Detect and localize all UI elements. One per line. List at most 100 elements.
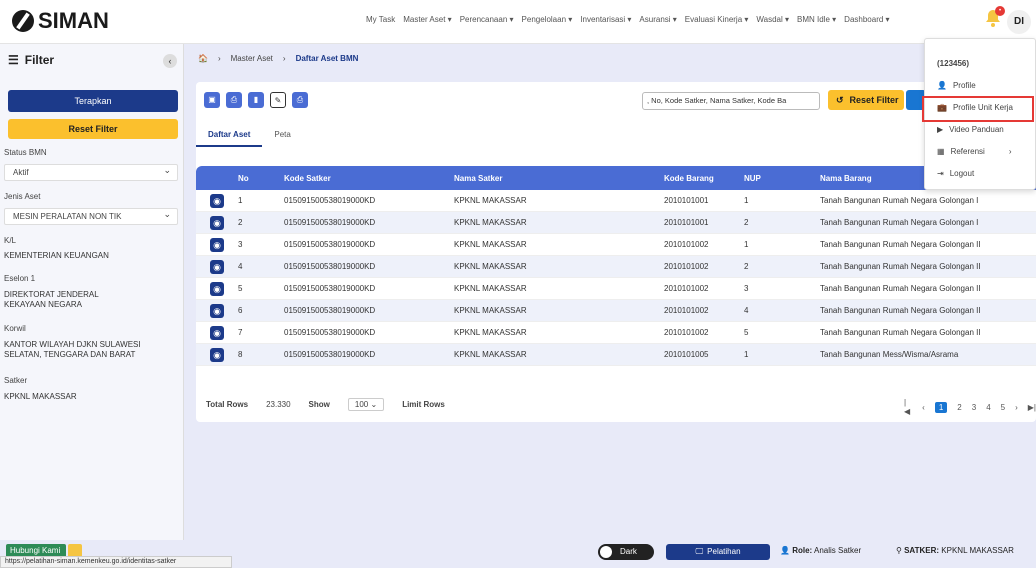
last-page-button[interactable]: ▶|: [1028, 403, 1036, 412]
table-row[interactable]: ◉ 7 015091500538019000KD KPKNL MAKASSAR 2010…: [196, 322, 1036, 344]
pagination: |◀ ‹ 1 2 3 4 5 › ▶|: [904, 398, 1036, 416]
table-row[interactable]: ◉ 3 015091500538019000KD KPKNL MAKASSAR 2010…: [196, 234, 1036, 256]
siman-logo[interactable]: SIMAN: [12, 8, 109, 34]
page-5-button[interactable]: 5: [1001, 403, 1005, 412]
view-eye-icon[interactable]: ◉: [210, 325, 224, 340]
delete-icon[interactable]: ▮: [248, 92, 264, 108]
view-eye-icon[interactable]: ◉: [210, 237, 224, 252]
menu-video-panduan[interactable]: ▶ Video Panduan: [937, 125, 1004, 134]
view-eye-icon[interactable]: ◉: [210, 215, 224, 230]
tab-peta[interactable]: Peta: [262, 124, 302, 147]
table-cell: KPKNL MAKASSAR: [454, 350, 527, 359]
table-row[interactable]: ◉ 8 015091500538019000KD KPKNL MAKASSAR 2010…: [196, 344, 1036, 366]
view-eye-icon[interactable]: ◉: [210, 347, 224, 362]
nav-my-task[interactable]: My Task: [366, 15, 395, 24]
row-action-cell: ◉: [196, 215, 228, 230]
view-eye-icon[interactable]: ◉: [210, 281, 224, 296]
status-bmn-select[interactable]: Aktif: [4, 163, 178, 181]
table-cell: 2010101002: [664, 240, 709, 249]
table-cell: 2010101002: [664, 306, 709, 315]
table-row[interactable]: ◉ 5 015091500538019000KD KPKNL MAKASSAR 2010…: [196, 278, 1036, 300]
table-cell: Tanah Bangunan Rumah Negara Golongan II: [820, 240, 981, 249]
table-cell: 1: [744, 196, 749, 205]
page-2-button[interactable]: 2: [957, 403, 961, 412]
tab-daftar-aset[interactable]: Daftar Aset: [196, 124, 263, 147]
nav-inventarisasi[interactable]: Inventarisasi ▾: [580, 15, 631, 24]
table-row[interactable]: ◉ 2 015091500538019000KD KPKNL MAKASSAR 2010…: [196, 212, 1036, 234]
calendar-icon: ▦: [937, 147, 945, 156]
reset-filter-top-button[interactable]: ↺ Reset Filter: [828, 90, 904, 110]
prev-page-button[interactable]: ‹: [922, 403, 925, 412]
chevron-right-icon: ›: [1008, 147, 1012, 156]
page-3-button[interactable]: 3: [972, 403, 976, 412]
table-cell: 2010101002: [664, 262, 709, 271]
pelatihan-label: Pelatihan: [707, 547, 741, 556]
menu-logout[interactable]: ⇥ Logout: [937, 169, 974, 178]
nav-master-aset[interactable]: Master Aset ▾: [403, 15, 451, 24]
search-input[interactable]: , No, Kode Satker, Nama Satker, Kode Ba: [642, 92, 820, 110]
table-cell: KPKNL MAKASSAR: [454, 262, 527, 271]
status-url: https://pelatihan-siman.kemenkeu.go.id/i…: [0, 556, 232, 568]
menu-profile[interactable]: 👤 Profile: [937, 81, 976, 90]
th-nup[interactable]: NUP: [738, 174, 814, 183]
status-bmn-label: Status BMN: [4, 148, 47, 157]
table-row[interactable]: ◉ 1 015091500538019000KD KPKNL MAKASSAR 2010…: [196, 190, 1036, 212]
print-alt-icon[interactable]: ⎙: [292, 92, 308, 108]
th-nama-satker[interactable]: Nama Satker: [448, 174, 658, 183]
apply-filter-button[interactable]: Terapkan: [8, 90, 178, 112]
view-eye-icon[interactable]: ◉: [210, 193, 224, 208]
table-cell: 015091500538019000KD: [284, 262, 376, 271]
nav-bmn-idle[interactable]: BMN Idle ▾: [797, 15, 836, 24]
th-kode-satker[interactable]: Kode Satker: [278, 174, 448, 183]
filter-icon: ☰: [8, 53, 19, 67]
nav-dashboard[interactable]: Dashboard ▾: [844, 15, 889, 24]
view-tabs: Daftar Aset Peta: [196, 124, 303, 147]
menu-referensi[interactable]: ▦ Referensi ›: [937, 147, 1011, 156]
home-icon[interactable]: 🏠: [198, 54, 208, 63]
total-rows-value: 23.330: [266, 400, 291, 409]
satker-info: ⚲ SATKER: KPKNL MAKASSAR: [896, 546, 1014, 555]
table-cell: 2: [744, 218, 749, 227]
top-navbar: SIMAN My Task Master Aset ▾ Perencanaan …: [0, 0, 1036, 44]
satker-value: KPKNL MAKASSAR: [4, 392, 77, 401]
table-cell: Tanah Bangunan Rumah Negara Golongan I: [820, 218, 979, 227]
table-row[interactable]: ◉ 4 015091500538019000KD KPKNL MAKASSAR 2010…: [196, 256, 1036, 278]
user-avatar[interactable]: DI: [1007, 10, 1031, 34]
nav-perencanaan[interactable]: Perencanaan ▾: [460, 15, 514, 24]
highlight-box: [922, 96, 1034, 122]
view-eye-icon[interactable]: ◉: [210, 259, 224, 274]
filter-sidebar: ☰ Filter ‹ Terapkan Reset Filter Status B…: [0, 44, 184, 540]
role-value: Analis Satker: [813, 546, 862, 555]
th-kode-barang[interactable]: Kode Barang: [658, 174, 738, 183]
first-page-button[interactable]: |◀: [904, 398, 912, 416]
next-page-button[interactable]: ›: [1015, 403, 1018, 412]
print-icon[interactable]: ⎙: [226, 92, 242, 108]
breadcrumb-master-aset[interactable]: Master Aset: [231, 54, 273, 63]
export-icon[interactable]: ▣: [204, 92, 220, 108]
dark-mode-toggle[interactable]: Dark: [598, 544, 654, 560]
table-cell: 2010101001: [664, 218, 709, 227]
page-1-button[interactable]: 1: [934, 401, 948, 413]
breadcrumb: 🏠 › Master Aset › Daftar Aset BMN: [198, 54, 358, 63]
th-no[interactable]: No: [228, 174, 278, 183]
table-cell: KPKNL MAKASSAR: [454, 240, 527, 249]
page-4-button[interactable]: 4: [986, 403, 990, 412]
view-eye-icon[interactable]: ◉: [210, 303, 224, 318]
jenis-aset-select[interactable]: MESIN PERALATAN NON TIK: [4, 207, 178, 225]
table-row[interactable]: ◉ 6 015091500538019000KD KPKNL MAKASSAR 2010…: [196, 300, 1036, 322]
user-icon: 👤: [937, 81, 947, 90]
nav-wasdal[interactable]: Wasdal ▾: [756, 15, 789, 24]
table-header: No Kode Satker Nama Satker Kode Barang N…: [196, 166, 1036, 190]
rows-per-page-select[interactable]: 100 ⌄: [347, 398, 385, 411]
rows-per-page-value: 100: [354, 400, 369, 409]
reset-filter-button[interactable]: Reset Filter: [8, 119, 178, 139]
nav-evaluasi-kinerja[interactable]: Evaluasi Kinerja ▾: [685, 15, 749, 24]
collapse-sidebar-button[interactable]: ‹: [163, 54, 177, 68]
table-cell: KPKNL MAKASSAR: [454, 306, 527, 315]
app-name: SIMAN: [38, 8, 109, 33]
pelatihan-button[interactable]: 🖵 Pelatihan: [666, 544, 770, 560]
nav-asuransi[interactable]: Asuransi ▾: [639, 15, 676, 24]
nav-pengelolaan[interactable]: Pengelolaan ▾: [522, 15, 573, 24]
edit-icon[interactable]: ✎: [270, 92, 286, 108]
table-cell: 015091500538019000KD: [284, 306, 376, 315]
